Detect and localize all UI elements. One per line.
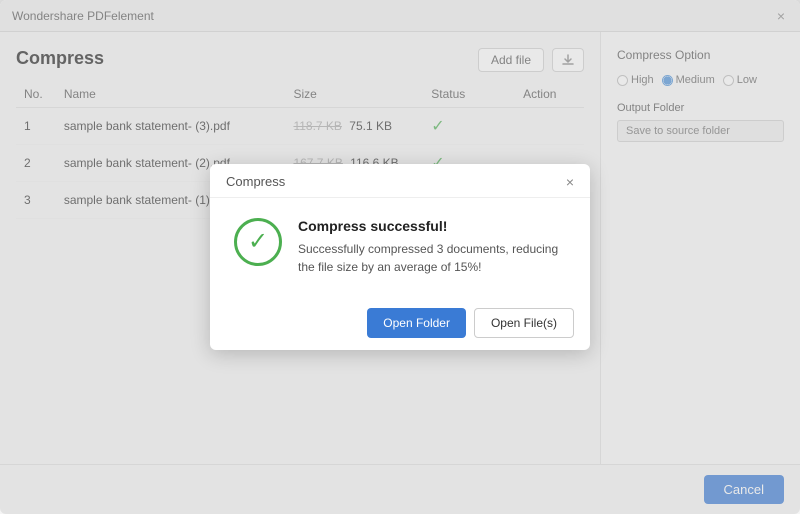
dialog-success-body: Successfully compressed 3 documents, red… bbox=[298, 240, 566, 276]
overlay: Compress × ✓ Compress successful! Succes… bbox=[0, 0, 800, 514]
success-checkmark-icon: ✓ bbox=[248, 230, 268, 254]
dialog-message: Compress successful! Successfully compre… bbox=[298, 218, 566, 276]
open-files-button[interactable]: Open File(s) bbox=[474, 308, 574, 338]
dialog-header: Compress × bbox=[210, 164, 590, 198]
dialog-close-button[interactable]: × bbox=[566, 175, 574, 189]
dialog-footer: Open Folder Open File(s) bbox=[210, 296, 590, 350]
success-icon-wrap: ✓ bbox=[234, 218, 282, 266]
success-dialog: Compress × ✓ Compress successful! Succes… bbox=[210, 164, 590, 350]
dialog-body: ✓ Compress successful! Successfully comp… bbox=[210, 198, 590, 296]
main-window: Wondershare PDFelement × Compress Add fi… bbox=[0, 0, 800, 514]
dialog-title: Compress bbox=[226, 174, 285, 189]
dialog-success-title: Compress successful! bbox=[298, 218, 566, 234]
open-folder-button[interactable]: Open Folder bbox=[367, 308, 466, 338]
